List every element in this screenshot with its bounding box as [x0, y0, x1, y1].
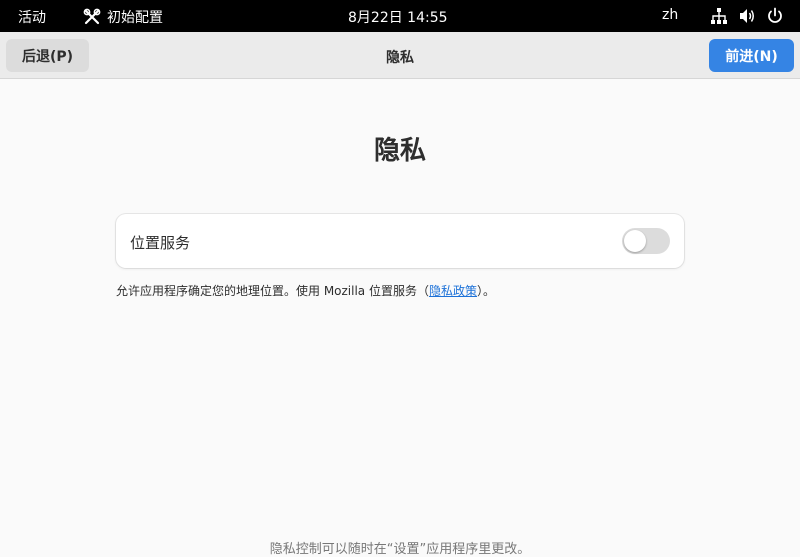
desc-text-after: ）。: [477, 284, 496, 298]
system-tray[interactable]: [710, 7, 784, 25]
location-services-switch[interactable]: [622, 228, 670, 254]
next-button[interactable]: 前进(N): [709, 39, 794, 72]
location-services-row: 位置服务: [116, 214, 684, 268]
activities-button[interactable]: 活动: [18, 7, 46, 27]
power-icon: [766, 7, 784, 25]
app-name: 初始配置: [107, 10, 163, 26]
footer-note: 隐私控制可以随时在“设置”应用程序里更改。: [269, 542, 531, 557]
header-title: 隐私: [386, 50, 414, 66]
tools-icon: [83, 8, 101, 26]
privacy-policy-link[interactable]: 隐私政策: [429, 284, 477, 298]
page-title: 隐私: [373, 136, 426, 166]
app-menu[interactable]: 初始配置: [83, 7, 163, 27]
network-icon: [710, 7, 728, 25]
volume-icon: [738, 7, 756, 25]
desc-text-before: 允许应用程序确定您的地理位置。使用 Mozilla 位置服务（: [116, 284, 429, 298]
header-bar: 后退(P) 隐私 前进(N): [0, 32, 800, 79]
location-description: 允许应用程序确定您的地理位置。使用 Mozilla 位置服务（隐私政策）。: [116, 282, 495, 299]
top-bar: 活动 初始配置 8月22日 14:55 zh: [0, 0, 800, 32]
location-services-label: 位置服务: [130, 234, 191, 252]
input-language[interactable]: zh: [662, 7, 678, 23]
switch-knob: [624, 230, 646, 252]
clock[interactable]: 8月22日 14:55: [348, 7, 448, 27]
